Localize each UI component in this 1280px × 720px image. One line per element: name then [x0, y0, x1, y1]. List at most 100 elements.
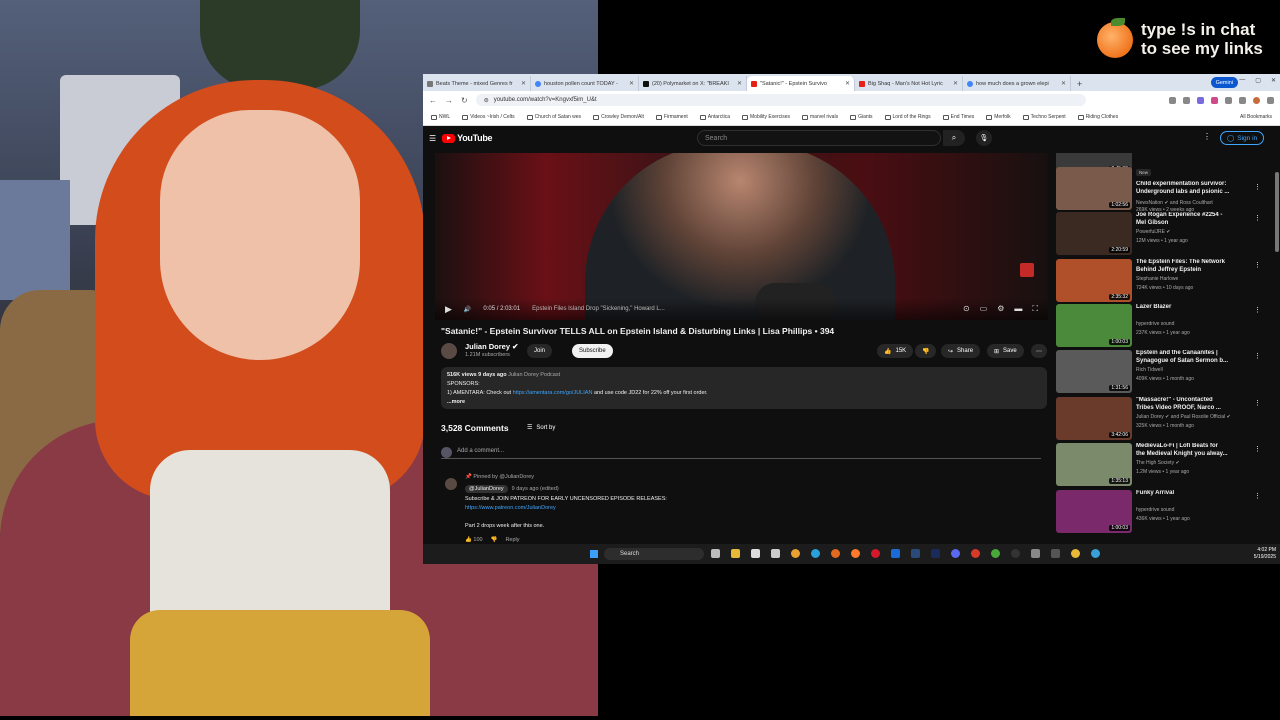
bookmark-folder[interactable]: Techno Serpent	[1022, 114, 1066, 120]
share-button[interactable]: ↪ Share	[941, 344, 981, 358]
related-video-title[interactable]: Joe Rogan Experience #2254 - Mel Gibson	[1136, 212, 1246, 227]
related-video[interactable]: 1:00:03 Funky Arrival hyperdrive sound 436K…	[1056, 490, 1262, 534]
related-video-title[interactable]: "Massacre!" - Uncontacted Tribes Video PR…	[1136, 397, 1246, 412]
task-view-icon[interactable]	[711, 549, 720, 558]
related-video[interactable]: 1:00:03 Lazer Blazer hyperdrive sound 237K …	[1056, 304, 1262, 348]
reply-button[interactable]: Reply	[505, 537, 519, 543]
video-thumbnail[interactable]: 2:20:59	[1056, 212, 1132, 255]
subscribe-button[interactable]: Subscribe	[572, 344, 613, 358]
channel-name[interactable]: Julian Dorey ✔	[465, 342, 518, 351]
sponsor-link[interactable]: https://amentara.com/go/JULIAN	[513, 390, 593, 396]
more-options-icon[interactable]: ⋮	[1203, 132, 1211, 141]
chrome-icon[interactable]	[1071, 549, 1080, 558]
video-menu-icon[interactable]: ⋮	[1254, 399, 1261, 407]
browser-tab[interactable]: (20) Polymarket on X: "BREAKI ✕	[639, 76, 747, 91]
firefox-icon[interactable]	[851, 549, 860, 558]
dislike-button[interactable]: 👎	[915, 344, 937, 358]
microphone-icon[interactable]: 🎙	[976, 130, 992, 146]
video-menu-icon[interactable]: ⋮	[1254, 183, 1261, 191]
related-video-channel[interactable]: Rich Tidwell	[1136, 367, 1250, 373]
windows-start-icon[interactable]	[590, 550, 598, 558]
app-icon[interactable]	[1051, 549, 1060, 558]
bookmark-star-icon[interactable]	[1183, 96, 1190, 104]
volume-icon[interactable]: 🔊	[464, 306, 471, 313]
browser-tab[interactable]: houston pollen count TODAY - ✕	[531, 76, 639, 91]
sign-in-button[interactable]: ◯ Sign in	[1220, 131, 1265, 145]
video-thumbnail[interactable]: 1:31:56	[1056, 350, 1132, 393]
photoshop-icon[interactable]	[931, 549, 940, 558]
more-link[interactable]: ...more	[447, 398, 1041, 407]
related-video[interactable]: 2:20:59 Joe Rogan Experience #2254 - Mel G…	[1056, 212, 1262, 256]
like-button[interactable]: 👍 15K	[877, 344, 914, 358]
video-player[interactable]: ▶ 🔊 0:05 / 2:03:01 Epstein Files Island …	[435, 153, 1048, 320]
related-video-title[interactable]: Lazer Blazer	[1136, 304, 1246, 312]
browser-tab[interactable]: "Satanic!" - Epstein Survivo ✕	[747, 76, 855, 91]
steam-icon[interactable]	[911, 549, 920, 558]
video-thumbnail[interactable]: 1:02:56	[1056, 167, 1132, 210]
related-video-channel[interactable]: hyperdrive sound	[1136, 507, 1250, 513]
browser-menu-icon[interactable]	[1267, 96, 1274, 104]
fullscreen-icon[interactable]: ⛶	[1032, 304, 1038, 314]
video-menu-icon[interactable]: ⋮	[1254, 214, 1261, 222]
related-video-title[interactable]: MedievaLo-Fi | Lofi Beats for the Medieva…	[1136, 443, 1246, 458]
video-menu-icon[interactable]: ⋮	[1254, 492, 1261, 500]
play-icon[interactable]: ▶	[445, 304, 452, 315]
related-video-channel[interactable]: hyperdrive sound	[1136, 321, 1250, 327]
hamburger-menu-icon[interactable]: ☰	[429, 134, 436, 143]
tab-close-icon[interactable]: ✕	[629, 80, 634, 87]
comment-dislike-icon[interactable]: 👎	[491, 537, 498, 543]
commenter-avatar[interactable]	[445, 478, 457, 490]
chrome-icon[interactable]	[991, 549, 1000, 558]
tab-close-icon[interactable]: ✕	[953, 80, 958, 87]
edge-icon[interactable]	[811, 549, 820, 558]
gemini-button[interactable]: Gemini	[1210, 77, 1238, 88]
close-icon[interactable]: ✕	[1271, 77, 1276, 84]
bookmark-folder[interactable]: Riding Clothes	[1077, 114, 1118, 120]
related-video-title[interactable]: Epstein and the Canaanites | Synagogue of…	[1136, 350, 1246, 365]
related-video[interactable]: 3:42:06 "Massacre!" - Uncontacted Tribes V…	[1056, 397, 1262, 441]
bookmark-folder[interactable]: Church of Satan wes	[526, 114, 581, 120]
description-box[interactable]: 516K views 9 days ago Julian Dorey Podca…	[441, 367, 1047, 409]
store-icon[interactable]	[771, 549, 780, 558]
extension-icon[interactable]	[1225, 96, 1232, 104]
video-thumbnail[interactable]: 3:42:06	[1056, 397, 1132, 440]
more-actions-icon[interactable]: ⋯	[1031, 344, 1047, 358]
related-video[interactable]: 1:35:13 MedievaLo-Fi | Lofi Beats for the …	[1056, 443, 1262, 487]
tab-close-icon[interactable]: ✕	[1061, 80, 1066, 87]
comment-like-button[interactable]: 👍 100	[465, 537, 483, 543]
related-video[interactable]: 1:02:56 Child experimentation survivor: Un…	[1056, 167, 1262, 213]
all-bookmarks[interactable]: All Bookmarks	[1240, 114, 1272, 120]
settings-gear-icon[interactable]: ⚙	[997, 304, 1004, 314]
sort-by-button[interactable]: ☰ Sort by	[527, 424, 555, 432]
video-thumbnail[interactable]: 1:35:13	[1056, 443, 1132, 486]
related-video-channel[interactable]: NewsNation ✔ and Ross Coulthart	[1136, 200, 1250, 206]
bookmark-folder[interactable]: Giants	[850, 114, 873, 120]
back-icon[interactable]: ←	[429, 96, 437, 105]
site-info-icon[interactable]: ⊜	[484, 97, 489, 104]
file-explorer-icon[interactable]	[731, 549, 740, 558]
minimize-icon[interactable]: —	[1239, 77, 1245, 84]
obs-icon[interactable]	[1011, 549, 1020, 558]
puzzle-icon[interactable]	[1239, 96, 1246, 104]
bookmark-folder[interactable]: Firmament	[655, 114, 688, 120]
youtube-logo[interactable]: YouTube	[442, 133, 493, 143]
extension-icon[interactable]	[1211, 96, 1218, 104]
video-menu-icon[interactable]: ⋮	[1254, 352, 1261, 360]
discord-icon[interactable]	[951, 549, 960, 558]
taskbar-clock[interactable]: 4:02 PM 5/19/2025	[1254, 547, 1276, 561]
url-bar[interactable]: ⊜ youtube.com/watch?v=Kngvxf5im_U&t	[475, 94, 1086, 106]
install-icon[interactable]	[1169, 96, 1176, 104]
app-icon[interactable]	[751, 549, 760, 558]
bookmark-folder[interactable]: End Times	[942, 114, 974, 120]
chapter-title[interactable]: Epstein Files Island Drop "Sickening," H…	[532, 306, 665, 312]
video-thumbnail[interactable]: 1:00:03	[1056, 304, 1132, 347]
comment-author[interactable]: @JulianDorey	[465, 485, 508, 493]
video-menu-icon[interactable]: ⋮	[1254, 306, 1261, 314]
video-thumbnail[interactable]: 2:35:32	[1056, 259, 1132, 302]
captions-icon[interactable]: ▭	[980, 304, 988, 314]
search-icon[interactable]: ⌕	[943, 130, 965, 146]
tab-close-icon[interactable]: ✕	[521, 80, 526, 87]
search-input[interactable]: Search	[697, 130, 941, 146]
browser-tab[interactable]: Big Shaq - Man's Not Hot Lyric ✕	[855, 76, 963, 91]
autoplay-toggle-icon[interactable]: ⊙	[963, 304, 970, 314]
